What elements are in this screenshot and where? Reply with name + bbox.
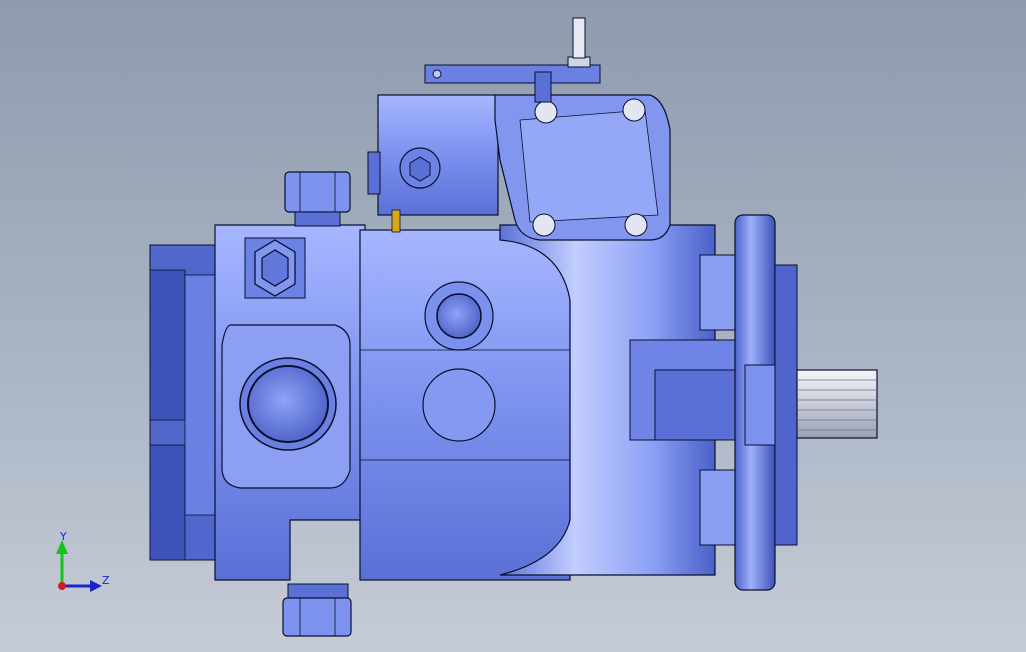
control-lever [424, 17, 601, 103]
main-port [239, 357, 337, 451]
control-cover [494, 94, 671, 241]
bottom-fitting [282, 583, 352, 637]
mounting-flange [734, 214, 798, 591]
center-block [359, 229, 571, 581]
axis-triad: Y Z [48, 530, 118, 600]
axis-z-label: Z [102, 574, 110, 587]
hex-plug-top [244, 237, 306, 299]
axis-y-label: Y [60, 530, 67, 543]
pump-model[interactable] [0, 0, 1026, 652]
control-valve [367, 94, 499, 233]
3d-viewport[interactable]: Y Z [0, 0, 1026, 652]
drive-shaft [796, 369, 878, 439]
z-axis-arrow [90, 580, 102, 592]
top-fitting [284, 171, 351, 227]
x-axis-dot [58, 582, 66, 590]
end-cover [149, 244, 221, 561]
